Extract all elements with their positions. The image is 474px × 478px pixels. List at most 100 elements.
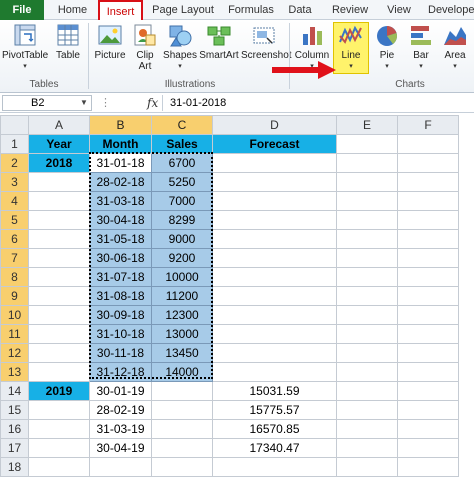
- row-header[interactable]: 6: [0, 229, 29, 249]
- cell-forecast[interactable]: [212, 153, 337, 173]
- cell-year[interactable]: [28, 324, 90, 344]
- cell-month[interactable]: 31-12-18: [89, 362, 152, 382]
- column-header-f[interactable]: F: [397, 115, 459, 135]
- row-header[interactable]: 9: [0, 286, 29, 306]
- cell-year[interactable]: [28, 457, 90, 477]
- cell[interactable]: [397, 229, 459, 249]
- cell[interactable]: [397, 172, 459, 192]
- cell-year[interactable]: [28, 343, 90, 363]
- area-chart-button[interactable]: Area ▾: [440, 22, 470, 70]
- cell[interactable]: [336, 457, 398, 477]
- cell-forecast[interactable]: [212, 267, 337, 287]
- cell[interactable]: [397, 324, 459, 344]
- row-header[interactable]: 14: [0, 381, 29, 401]
- cell[interactable]: [397, 419, 459, 439]
- cell[interactable]: [336, 324, 398, 344]
- cell-sales[interactable]: [151, 419, 213, 439]
- table-button[interactable]: Table: [52, 22, 84, 61]
- bar-chart-button[interactable]: Bar ▾: [406, 22, 436, 70]
- cell-forecast[interactable]: 17340.47: [212, 438, 337, 458]
- cell-sales[interactable]: [151, 457, 213, 477]
- cell-month[interactable]: 30-06-18: [89, 248, 152, 268]
- cell-year[interactable]: [28, 210, 90, 230]
- cell-forecast[interactable]: 16570.85: [212, 419, 337, 439]
- cell-forecast[interactable]: [212, 210, 337, 230]
- cell-forecast[interactable]: 15031.59: [212, 381, 337, 401]
- header-month[interactable]: Month: [89, 134, 152, 154]
- column-header-a[interactable]: A: [28, 115, 90, 135]
- cell[interactable]: [397, 343, 459, 363]
- cell[interactable]: [397, 286, 459, 306]
- cell[interactable]: [336, 305, 398, 325]
- cell[interactable]: [397, 210, 459, 230]
- row-header[interactable]: 13: [0, 362, 29, 382]
- cell[interactable]: [336, 362, 398, 382]
- cell-sales[interactable]: 9000: [151, 229, 213, 249]
- row-header[interactable]: 7: [0, 248, 29, 268]
- cell-sales[interactable]: [151, 400, 213, 420]
- cell-year[interactable]: [28, 286, 90, 306]
- cell-month[interactable]: 30-04-19: [89, 438, 152, 458]
- cell-sales[interactable]: 10000: [151, 267, 213, 287]
- cell[interactable]: [336, 172, 398, 192]
- shapes-button[interactable]: Shapes ▾: [163, 22, 197, 70]
- cell-month[interactable]: 30-04-18: [89, 210, 152, 230]
- row-header[interactable]: 16: [0, 419, 29, 439]
- cell[interactable]: [336, 153, 398, 173]
- header-year[interactable]: Year: [28, 134, 90, 154]
- cell[interactable]: [397, 134, 459, 154]
- header-sales[interactable]: Sales: [151, 134, 213, 154]
- cell-forecast[interactable]: [212, 172, 337, 192]
- cell-month[interactable]: 31-07-18: [89, 267, 152, 287]
- cell-month[interactable]: 31-03-18: [89, 191, 152, 211]
- cell[interactable]: [336, 267, 398, 287]
- cell-sales[interactable]: 11200: [151, 286, 213, 306]
- cell-forecast[interactable]: [212, 191, 337, 211]
- header-forecast[interactable]: Forecast: [212, 134, 337, 154]
- cell-year[interactable]: [28, 248, 90, 268]
- cell-sales[interactable]: 5250: [151, 172, 213, 192]
- cell-month[interactable]: 28-02-19: [89, 400, 152, 420]
- picture-button[interactable]: Picture: [92, 22, 128, 61]
- row-header[interactable]: 3: [0, 172, 29, 192]
- cell-month[interactable]: 30-01-19: [89, 381, 152, 401]
- cell-sales[interactable]: 13450: [151, 343, 213, 363]
- cell-sales[interactable]: 9200: [151, 248, 213, 268]
- cell[interactable]: [336, 438, 398, 458]
- cell-year[interactable]: [28, 191, 90, 211]
- cell-month[interactable]: 31-08-18: [89, 286, 152, 306]
- name-box[interactable]: B2: [2, 95, 92, 111]
- cell-year[interactable]: [28, 362, 90, 382]
- smartart-button[interactable]: SmartArt: [199, 22, 239, 61]
- column-header-d[interactable]: D: [212, 115, 337, 135]
- row-header[interactable]: 1: [0, 134, 29, 154]
- row-header[interactable]: 2: [0, 153, 29, 173]
- row-header[interactable]: 18: [0, 457, 29, 477]
- row-header[interactable]: 8: [0, 267, 29, 287]
- tab-developer[interactable]: Develope: [428, 0, 474, 20]
- tab-file[interactable]: File: [0, 0, 44, 20]
- cell[interactable]: [336, 343, 398, 363]
- cell-year[interactable]: [28, 267, 90, 287]
- cell-month[interactable]: 31-03-19: [89, 419, 152, 439]
- row-header[interactable]: 10: [0, 305, 29, 325]
- pivottable-button[interactable]: PivotTable ▾: [2, 22, 48, 70]
- cell-year[interactable]: [28, 229, 90, 249]
- cell-sales[interactable]: 12300: [151, 305, 213, 325]
- tab-page-layout[interactable]: Page Layout: [150, 0, 216, 20]
- tab-insert[interactable]: Insert: [98, 0, 143, 21]
- column-header-c[interactable]: C: [151, 115, 213, 135]
- insert-function-button[interactable]: fx: [147, 94, 158, 112]
- tab-home[interactable]: Home: [50, 0, 95, 20]
- cell-forecast[interactable]: 15775.57: [212, 400, 337, 420]
- clipart-button[interactable]: Clip Art: [130, 22, 160, 72]
- tab-data[interactable]: Data: [284, 0, 316, 20]
- cell-forecast[interactable]: [212, 324, 337, 344]
- cell-sales[interactable]: 14000: [151, 362, 213, 382]
- column-header-e[interactable]: E: [336, 115, 398, 135]
- cell-year[interactable]: [28, 172, 90, 192]
- cell[interactable]: [397, 381, 459, 401]
- cell[interactable]: [397, 267, 459, 287]
- cell[interactable]: [336, 400, 398, 420]
- cell-forecast[interactable]: [212, 457, 337, 477]
